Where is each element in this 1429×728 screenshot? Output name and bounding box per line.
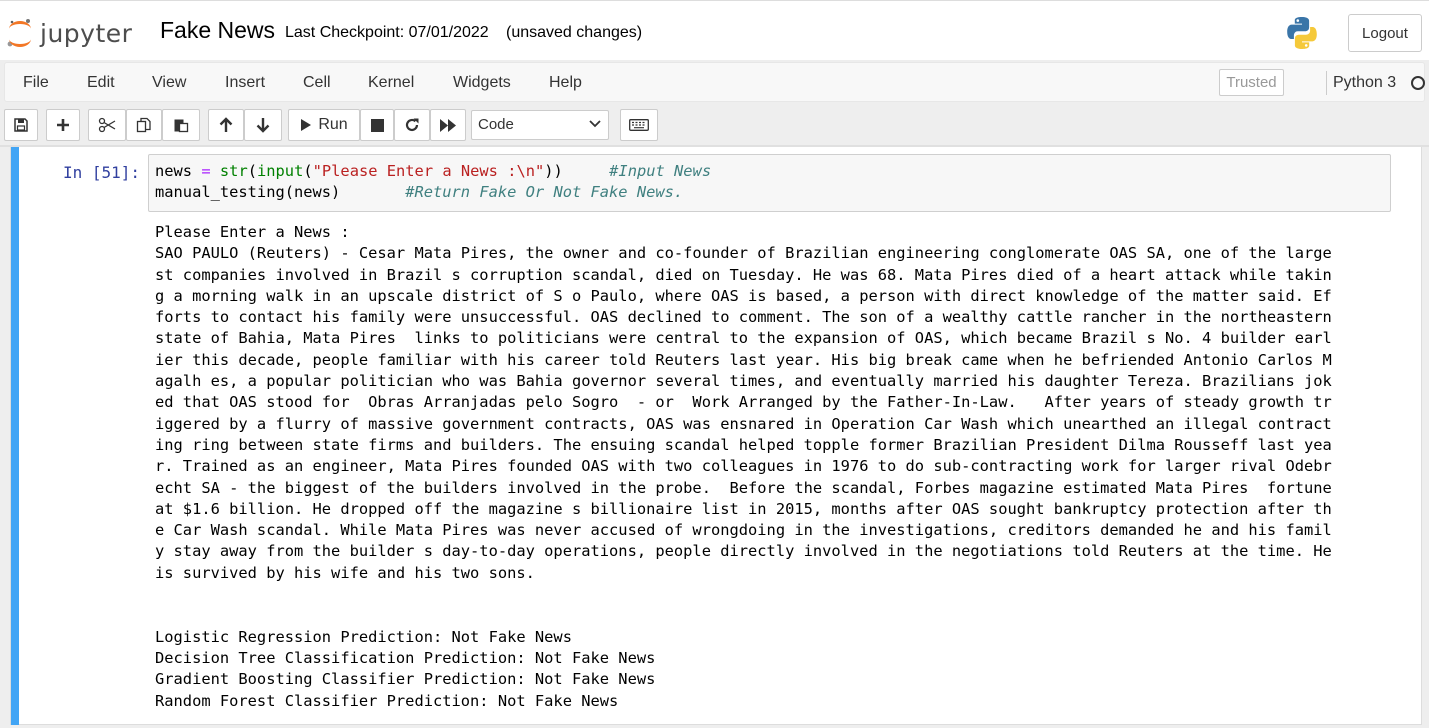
code-input-area[interactable]: news = str(input("Please Enter a News :\… xyxy=(148,154,1391,212)
last-checkpoint: Last Checkpoint: 07/01/2022 xyxy=(285,24,489,41)
plus-icon xyxy=(57,119,69,131)
paste-button[interactable] xyxy=(162,109,200,141)
output-line: agalh es, a popular politician who was B… xyxy=(155,372,1332,391)
save-button[interactable] xyxy=(4,109,38,141)
code-token: = xyxy=(201,162,211,180)
menu-view[interactable]: View xyxy=(152,74,186,92)
code-token: news xyxy=(155,162,202,180)
output-line: Random Forest Classifier Prediction: Not… xyxy=(155,691,619,710)
fast-forward-icon xyxy=(440,118,456,132)
output-line: Logistic Regression Prediction: Not Fake… xyxy=(155,627,572,646)
cell-output: Please Enter a News : SAO PAULO (Reuters)… xyxy=(155,222,1395,712)
menu-kernel[interactable]: Kernel xyxy=(368,74,414,92)
code-line-2: manual_testing(news) #Return Fake Or Not… xyxy=(155,183,683,201)
menu-file[interactable]: File xyxy=(23,74,49,92)
code-token: ( xyxy=(303,162,313,180)
code-comment: #Input News xyxy=(609,162,712,180)
output-line: SAO PAULO (Reuters) - Cesar Mata Pires, … xyxy=(155,244,1332,263)
code-token: ( xyxy=(247,162,257,180)
run-button[interactable]: Run xyxy=(288,109,360,141)
paste-icon xyxy=(174,119,189,133)
code-token: "Please Enter a News :\n" xyxy=(312,162,545,180)
cell-type-value: Code xyxy=(478,116,514,133)
output-line: r. Trained as an engineer, Mata Pires fo… xyxy=(155,457,1332,476)
menu-insert[interactable]: Insert xyxy=(225,74,265,92)
cut-button[interactable] xyxy=(88,109,126,141)
menu-bar: File Edit View Insert Cell Kernel Widget… xyxy=(4,62,1425,102)
copy-button[interactable] xyxy=(126,109,162,141)
save-icon xyxy=(14,118,28,132)
code-token: str xyxy=(219,162,248,180)
stop-icon xyxy=(370,118,384,132)
autosave-status: (unsaved changes) xyxy=(506,24,643,41)
code-token: )) xyxy=(544,162,610,180)
trusted-indicator[interactable]: Trusted xyxy=(1219,69,1284,96)
cut-icon xyxy=(98,117,116,133)
code-token: input xyxy=(257,162,304,180)
output-line: st companies involved in Brazil s corrup… xyxy=(155,265,1332,284)
command-palette-button[interactable] xyxy=(620,109,658,141)
python-logo-icon xyxy=(1287,17,1317,49)
cell-type-select[interactable]: Code xyxy=(471,110,609,140)
output-line: echt SA - the biggest of the builders in… xyxy=(155,478,1332,497)
code-token: manual_testing(news) xyxy=(155,183,406,201)
restart-icon xyxy=(405,118,419,132)
code-line-1: news = str(input("Please Enter a News :\… xyxy=(155,162,711,180)
output-line: iggered by a flurry of massive governmen… xyxy=(155,414,1332,433)
output-line: Decision Tree Classification Prediction:… xyxy=(155,648,656,667)
notebook-name[interactable]: Fake News xyxy=(160,17,275,44)
jupyter-logo[interactable]: jupyter xyxy=(6,13,132,53)
copy-icon xyxy=(136,117,151,133)
menu-edit[interactable]: Edit xyxy=(87,74,115,92)
menu-widgets[interactable]: Widgets xyxy=(453,74,511,92)
jupyter-logo-icon xyxy=(7,19,31,47)
input-prompt: In [51]: xyxy=(63,163,141,182)
kernel-idle-indicator-icon xyxy=(1411,76,1425,90)
jupyter-wordmark: jupyter xyxy=(40,18,133,48)
menu-help[interactable]: Help xyxy=(549,74,582,92)
interrupt-button[interactable] xyxy=(360,109,394,141)
restart-button[interactable] xyxy=(394,109,430,141)
output-line: is survived by his wife and his two sons… xyxy=(155,563,535,582)
output-line: g a morning walk in an upscale district … xyxy=(155,286,1332,305)
notebook-container: In [51]: news = str(input("Please Enter … xyxy=(10,147,1422,725)
logout-button[interactable]: Logout xyxy=(1348,14,1422,52)
kernel-separator xyxy=(1326,71,1327,95)
selected-cell-indicator xyxy=(11,147,19,725)
output-line: ing ring between state firms and builder… xyxy=(155,435,1332,454)
header: jupyter Fake News Last Checkpoint: 07/01… xyxy=(0,0,1429,60)
move-down-button[interactable] xyxy=(244,109,282,141)
kernel-name[interactable]: Python 3 xyxy=(1333,74,1396,92)
move-up-button[interactable] xyxy=(208,109,244,141)
code-comment: #Return Fake Or Not Fake News. xyxy=(405,183,684,201)
output-line: at $1.6 billion. He dropped off the maga… xyxy=(155,499,1332,518)
play-icon xyxy=(301,119,312,131)
run-button-label: Run xyxy=(318,116,348,133)
menu-cell[interactable]: Cell xyxy=(303,74,331,92)
output-line: forts to contact his family were unsucce… xyxy=(155,308,1332,327)
keyboard-icon xyxy=(629,119,649,131)
output-line: e Car Wash scandal. While Mata Pires was… xyxy=(155,521,1332,540)
toolbar: Run Code xyxy=(0,108,1429,144)
output-line: ed that OAS stood for Obras Arranjadas p… xyxy=(155,393,1332,412)
output-line: y stay away from the builder s day-to-da… xyxy=(155,542,1332,561)
output-line: Please Enter a News : xyxy=(155,223,350,241)
insert-cell-button[interactable] xyxy=(46,109,80,141)
output-line: state of Bahia, Mata Pires links to poli… xyxy=(155,329,1332,348)
output-line: Gradient Boosting Classifier Prediction:… xyxy=(155,670,656,689)
restart-run-all-button[interactable] xyxy=(430,109,466,141)
output-line: ier this decade, people familiar with hi… xyxy=(155,350,1332,369)
arrow-up-icon xyxy=(219,117,233,132)
arrow-down-icon xyxy=(256,118,270,133)
chevron-down-icon xyxy=(589,120,601,128)
